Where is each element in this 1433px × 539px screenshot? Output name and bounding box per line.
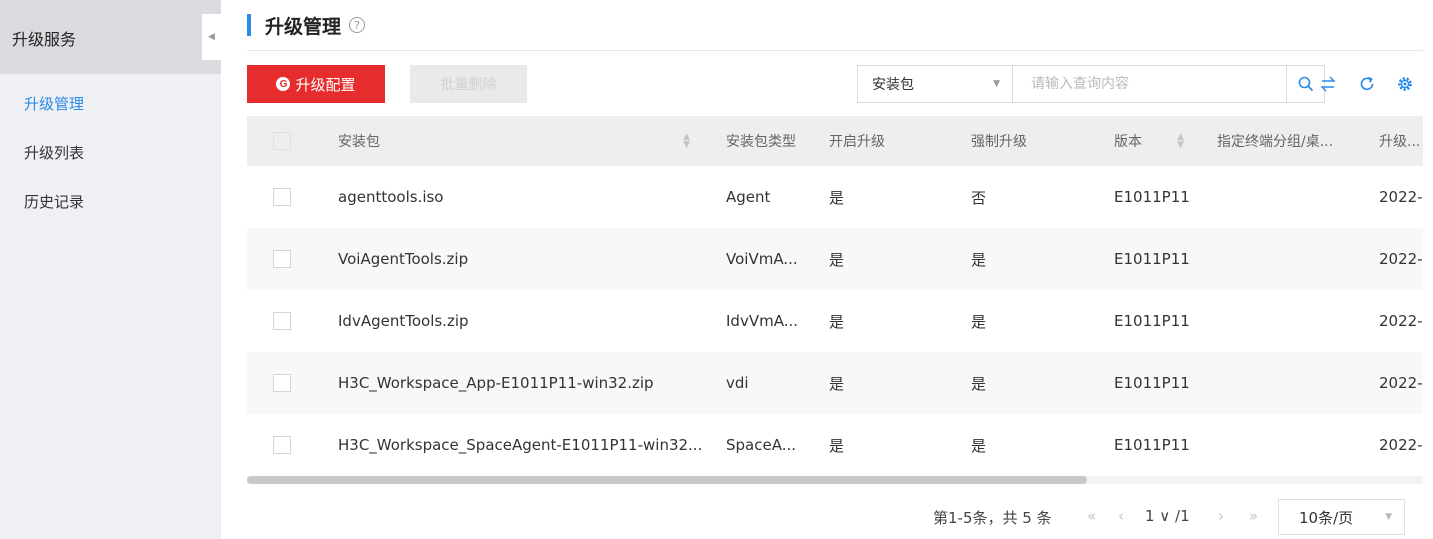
cell-upgrade-time: 2022- (1379, 250, 1423, 268)
page-size-value: 10条/页 (1299, 508, 1354, 527)
table-row[interactable]: VoiAgentTools.zip VoiVmA... 是 是 E1011P11… (247, 228, 1423, 290)
search-input[interactable] (1013, 66, 1286, 102)
main-content: 升级管理 ? G 升级配置 批量删除 安装包 ▼ 请输入查询内容 安装包 ▲ ▼… (221, 0, 1433, 539)
cell-version: E1011P11 (1114, 436, 1190, 454)
sidebar-item-upgrade-management[interactable]: 升级管理 (24, 93, 84, 114)
header-checkbox-cell (273, 116, 291, 166)
header-package[interactable]: 安装包 ▲ ▼ (338, 116, 690, 166)
title-divider (247, 50, 1423, 51)
cell-force-upgrade: 是 (971, 436, 987, 455)
batch-delete-button[interactable]: 批量删除 (410, 65, 527, 103)
cell-version: E1011P11 (1114, 374, 1190, 392)
table-row[interactable]: IdvAgentTools.zip IdvVmA... 是 是 E1011P11… (247, 290, 1423, 352)
transfer-button[interactable] (1317, 73, 1339, 95)
cell-enable-upgrade: 是 (829, 312, 845, 331)
cell-package-type: vdi (726, 374, 749, 392)
cell-upgrade-time: 2022- (1379, 374, 1423, 392)
cell-upgrade-time: 2022- (1379, 188, 1423, 206)
sidebar-item-upgrade-list[interactable]: 升级列表 (24, 142, 84, 163)
search-field-select[interactable]: 安装包 ▼ (858, 66, 1013, 102)
cell-version: E1011P11 (1114, 188, 1190, 206)
table-row[interactable]: H3C_Workspace_SpaceAgent-E1011P11-win32.… (247, 414, 1423, 476)
cell-version: E1011P11 (1114, 250, 1190, 268)
header-terminal-group: 指定终端分组/桌... (1217, 134, 1334, 150)
select-all-checkbox[interactable] (273, 132, 291, 150)
transfer-icon (1320, 76, 1336, 92)
cell-force-upgrade: 是 (971, 312, 987, 331)
cell-package-type: Agent (726, 188, 771, 206)
header-enable-upgrade: 开启升级 (829, 134, 885, 150)
horizontal-scrollbar[interactable] (247, 476, 1423, 484)
upgrade-config-label: 升级配置 (295, 76, 356, 94)
help-icon[interactable]: ? (349, 17, 366, 33)
cell-package-type: SpaceA... (726, 436, 797, 454)
sidebar-header: 升级服务 (0, 0, 221, 74)
cell-package: IdvAgentTools.zip (338, 312, 469, 330)
header-package-label: 安装包 (338, 134, 380, 150)
refresh-icon (1360, 76, 1374, 91)
sidebar-item-history[interactable]: 历史记录 (24, 191, 84, 212)
cell-enable-upgrade: 是 (829, 250, 845, 269)
table-row[interactable]: agenttools.iso Agent 是 否 E1011P11 2022- (247, 166, 1423, 228)
row-checkbox[interactable] (273, 250, 291, 268)
cell-package: agenttools.iso (338, 188, 444, 206)
pagination-info: 第1-5条，共 5 条 (933, 509, 1052, 527)
last-page-button[interactable]: » (1249, 507, 1258, 525)
header-package-type: 安装包类型 (726, 134, 796, 150)
page-header: 升级管理 ? (247, 14, 366, 38)
caret-down-icon: ▼ (993, 79, 1000, 89)
cell-upgrade-time: 2022- (1379, 312, 1423, 330)
row-checkbox[interactable] (273, 188, 291, 206)
cell-enable-upgrade: 是 (829, 374, 845, 393)
sidebar: 升级服务 ◀ 升级管理 升级列表 历史记录 (0, 0, 221, 539)
cell-package-type: IdvVmA... (726, 312, 798, 330)
page-selector[interactable]: 1 ∨ /1 (1145, 507, 1190, 525)
cell-package: H3C_Workspace_SpaceAgent-E1011P11-win32.… (338, 436, 703, 454)
cell-upgrade-time: 2022- (1379, 436, 1423, 454)
search-icon (1298, 76, 1313, 92)
cell-force-upgrade: 是 (971, 250, 987, 269)
header-version-label: 版本 (1114, 134, 1142, 150)
header-force-upgrade: 强制升级 (971, 134, 1027, 150)
table-row[interactable]: H3C_Workspace_App-E1011P11-win32.zip vdi… (247, 352, 1423, 414)
table-header: 安装包 ▲ ▼ 安装包类型 开启升级 强制升级 版本 ▲ ▼ 指定终端分组/桌...… (247, 116, 1423, 166)
caret-down-icon: ▼ (1385, 512, 1392, 522)
header-version[interactable]: 版本 ▲ ▼ (1114, 116, 1184, 166)
search-box: 安装包 ▼ (857, 65, 1325, 103)
row-checkbox[interactable] (273, 436, 291, 454)
cell-enable-upgrade: 是 (829, 188, 845, 207)
next-page-button[interactable]: › (1218, 507, 1224, 525)
cell-package: VoiAgentTools.zip (338, 250, 469, 268)
title-accent-bar (247, 14, 251, 36)
collapse-icon: ◀ (208, 32, 215, 42)
row-checkbox[interactable] (273, 312, 291, 330)
cell-package: H3C_Workspace_App-E1011P11-win32.zip (338, 374, 654, 392)
search-field-value: 安装包 (872, 77, 914, 93)
cell-package-type: VoiVmA... (726, 250, 798, 268)
header-upgrade-time: 升级... (1379, 134, 1421, 150)
refresh-button[interactable] (1356, 73, 1378, 95)
cell-enable-upgrade: 是 (829, 436, 845, 455)
cell-version: E1011P11 (1114, 312, 1190, 330)
prev-page-button[interactable]: ‹ (1118, 507, 1124, 525)
column-settings-button[interactable] (1394, 73, 1416, 95)
sidebar-title: 升级服务 (12, 30, 77, 49)
gear-icon: G (276, 77, 291, 91)
settings-icon (1398, 77, 1412, 91)
cell-force-upgrade: 是 (971, 374, 987, 393)
upgrade-config-button[interactable]: G 升级配置 (247, 65, 385, 103)
sort-icon: ▲ ▼ (1177, 132, 1184, 150)
upgrade-table: 安装包 ▲ ▼ 安装包类型 开启升级 强制升级 版本 ▲ ▼ 指定终端分组/桌...… (247, 116, 1423, 476)
sort-icon: ▲ ▼ (683, 132, 690, 150)
cell-force-upgrade: 否 (971, 188, 987, 207)
page-title: 升级管理 (265, 15, 342, 38)
scrollbar-thumb[interactable] (247, 476, 1087, 484)
first-page-button[interactable]: « (1087, 507, 1096, 525)
collapse-sidebar-button[interactable]: ◀ (202, 14, 221, 60)
page-size-select[interactable]: 10条/页 ▼ (1278, 499, 1405, 535)
row-checkbox[interactable] (273, 374, 291, 392)
